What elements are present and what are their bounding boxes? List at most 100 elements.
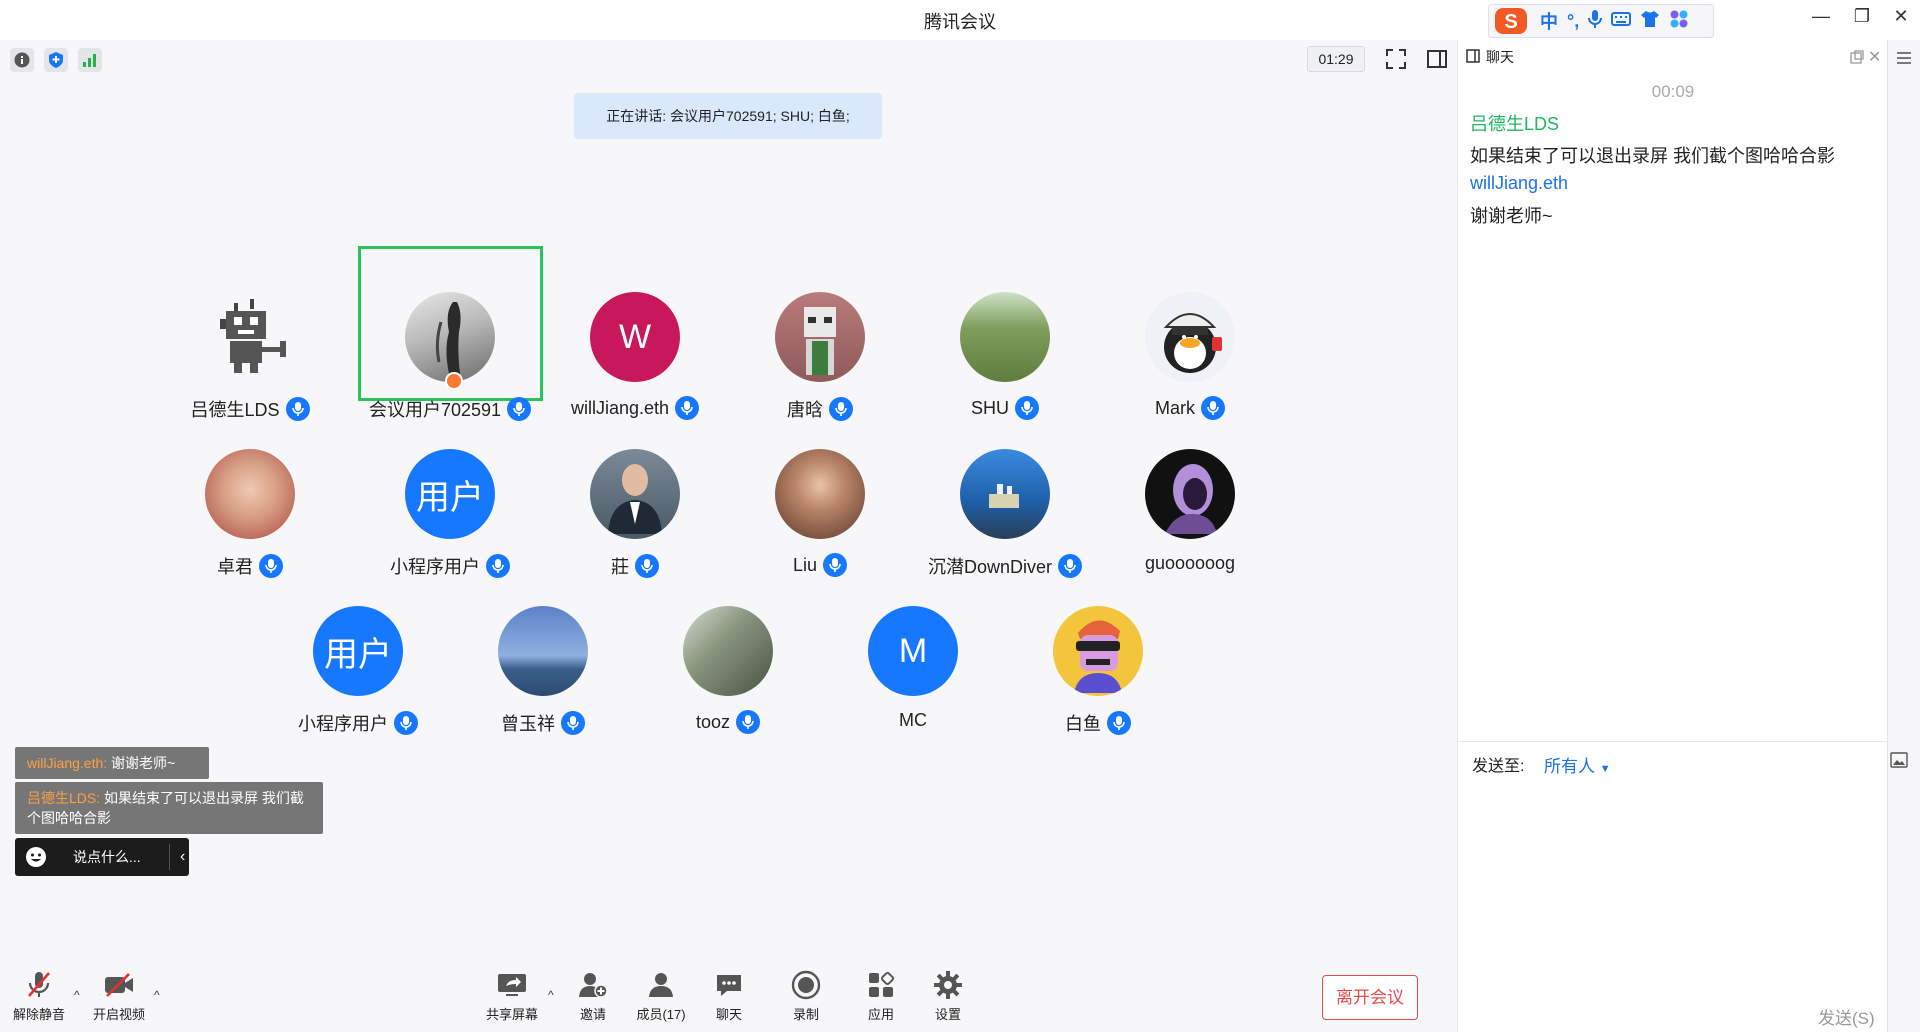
participant-name: guoooooog (1144, 553, 1236, 573)
share-screen-label: 共享屏幕 (485, 1007, 538, 1022)
avatar-letter: 用户 (324, 635, 392, 674)
popout-icon[interactable] (1850, 50, 1864, 67)
chat-timestamp: 00:09 (1651, 82, 1695, 101)
participant-name: 曾玉祥 (501, 714, 555, 734)
collapse-chevron-icon[interactable]: ‹ (180, 848, 185, 866)
participant-tile[interactable]: 唐晗 (730, 292, 910, 452)
audio-options-chevron-icon[interactable]: ^ (74, 988, 80, 1002)
participant-tile[interactable]: guoooooog (1100, 449, 1280, 609)
avatar: 用户 (405, 449, 495, 539)
ime-toolbar[interactable]: S 中 °, (1488, 4, 1714, 38)
screenshot-image-icon[interactable] (1890, 752, 1908, 770)
ime-apps-icon[interactable] (1669, 9, 1689, 34)
host-badge-icon (445, 372, 463, 390)
mic-icon (259, 554, 283, 578)
participant-tile[interactable]: Liu (730, 449, 910, 609)
chat-message-text: 谢谢老师~ (1470, 206, 1553, 226)
record-icon (771, 970, 841, 1000)
video-options-chevron-icon[interactable]: ^ (154, 988, 160, 1002)
overlay-chat-sender: willJiang.eth: (27, 755, 108, 771)
participant-name: 小程序用户 (390, 557, 480, 577)
close-chat-icon[interactable]: ✕ (1868, 47, 1881, 67)
participant-tile[interactable]: SHU (915, 292, 1095, 452)
participant-tile[interactable]: tooz (638, 606, 818, 766)
members-button[interactable]: 成员(17) (626, 970, 696, 1023)
members-label: 成员(17) (636, 1007, 686, 1022)
participant-tile[interactable]: 会议用户702591 (360, 292, 540, 452)
sogou-logo-icon[interactable]: S (1491, 5, 1531, 37)
apps-button[interactable]: 应用 (846, 970, 916, 1023)
participant-name: SHU (970, 397, 1009, 418)
avatar: M (868, 606, 958, 696)
send-button[interactable]: 发送(S) (1818, 1004, 1875, 1029)
mic-icon (675, 396, 700, 420)
share-screen-icon (477, 970, 547, 1000)
invite-button[interactable]: 邀请 (558, 970, 628, 1023)
participant-tile[interactable]: 曾玉祥 (453, 606, 633, 766)
ime-chinese-mode[interactable]: 中 (1540, 8, 1558, 34)
participant-tile[interactable]: 沉潜DownDiver (915, 449, 1095, 609)
participant-tile[interactable]: 用户 小程序用户 (268, 606, 448, 766)
close-button[interactable]: ✕ (1884, 6, 1918, 27)
start-video-button[interactable]: 开启视频 (84, 970, 154, 1023)
info-icon[interactable] (10, 48, 34, 72)
emoji-icon[interactable] (25, 846, 47, 868)
svg-text:S: S (1504, 11, 1517, 33)
unmute-button[interactable]: 解除静音 (4, 970, 74, 1023)
quick-chat-input[interactable]: 说点什么... ‹ (15, 838, 189, 876)
mic-icon (823, 553, 848, 577)
network-signal-icon[interactable] (78, 48, 102, 72)
fullscreen-icon[interactable] (1383, 46, 1409, 72)
avatar (775, 449, 865, 539)
participant-name: MC (899, 710, 927, 730)
unmute-label: 解除静音 (12, 1007, 65, 1022)
participant-name: 唐晗 (787, 400, 823, 420)
leave-meeting-button[interactable]: 离开会议 (1322, 975, 1418, 1020)
quick-chat-placeholder[interactable]: 说点什么... (73, 847, 163, 867)
title-bar: 腾讯会议 S 中 °, — ❐ ✕ (0, 0, 1920, 40)
mic-muted-icon (4, 970, 74, 1000)
participant-tile[interactable]: M MC (823, 606, 1003, 766)
participant-tile[interactable]: W willJiang.eth (545, 292, 725, 452)
participant-name: 小程序用户 (298, 714, 388, 734)
participant-tile[interactable]: 卓君 (160, 449, 340, 609)
chat-side-rail (1887, 40, 1920, 1032)
avatar: W (590, 292, 680, 382)
apps-label: 应用 (867, 1007, 894, 1022)
participant-tile[interactable]: 白鱼 (1008, 606, 1188, 766)
ime-mic-icon[interactable] (1588, 9, 1603, 34)
send-to-label: 发送至: (1472, 758, 1525, 775)
chat-sender-name[interactable]: 吕德生LDS (1470, 110, 1559, 136)
ime-skin-shirt-icon[interactable] (1640, 10, 1660, 33)
settings-button[interactable]: 设置 (913, 970, 983, 1023)
participant-tile[interactable]: 用户 小程序用户 (360, 449, 540, 609)
chat-sender-name[interactable]: willJiang.eth (1470, 173, 1568, 194)
share-screen-button[interactable]: 共享屏幕 (477, 970, 547, 1023)
participant-tile[interactable]: 吕德生LDS (160, 292, 340, 452)
avatar (498, 606, 588, 696)
participant-name: Mark (1155, 397, 1195, 418)
participant-name: 沉潜DownDiver (927, 557, 1053, 577)
members-icon (626, 970, 696, 1000)
minimize-button[interactable]: — (1804, 6, 1838, 27)
avatar (960, 449, 1050, 539)
ime-keyboard-icon[interactable] (1611, 11, 1632, 32)
ime-punctuation[interactable]: °, (1567, 11, 1579, 32)
menu-icon[interactable] (1897, 52, 1911, 64)
participant-tile[interactable]: 莊 (545, 449, 725, 609)
record-label: 录制 (792, 1007, 819, 1022)
restore-button[interactable]: ❐ (1845, 6, 1879, 27)
overlay-chat-message: 吕德生LDS: 如果结束了可以退出录屏 我们截个图哈哈合影 (15, 782, 323, 834)
participant-tile[interactable]: Mark (1100, 292, 1280, 452)
share-options-chevron-icon[interactable]: ^ (548, 988, 554, 1002)
record-button[interactable]: 录制 (771, 970, 841, 1023)
security-shield-icon[interactable] (44, 48, 68, 72)
send-to-dropdown[interactable]: 所有人 ▼ (1544, 752, 1611, 777)
avatar: 用户 (313, 606, 403, 696)
layout-sidebar-icon[interactable] (1424, 46, 1450, 72)
speaking-banner: 正在讲话: 会议用户702591; SHU; 白鱼; (574, 93, 882, 139)
avatar (205, 449, 295, 539)
chat-button[interactable]: 聊天 (694, 970, 764, 1023)
mic-icon (829, 397, 853, 421)
chat-label: 聊天 (715, 1007, 742, 1022)
